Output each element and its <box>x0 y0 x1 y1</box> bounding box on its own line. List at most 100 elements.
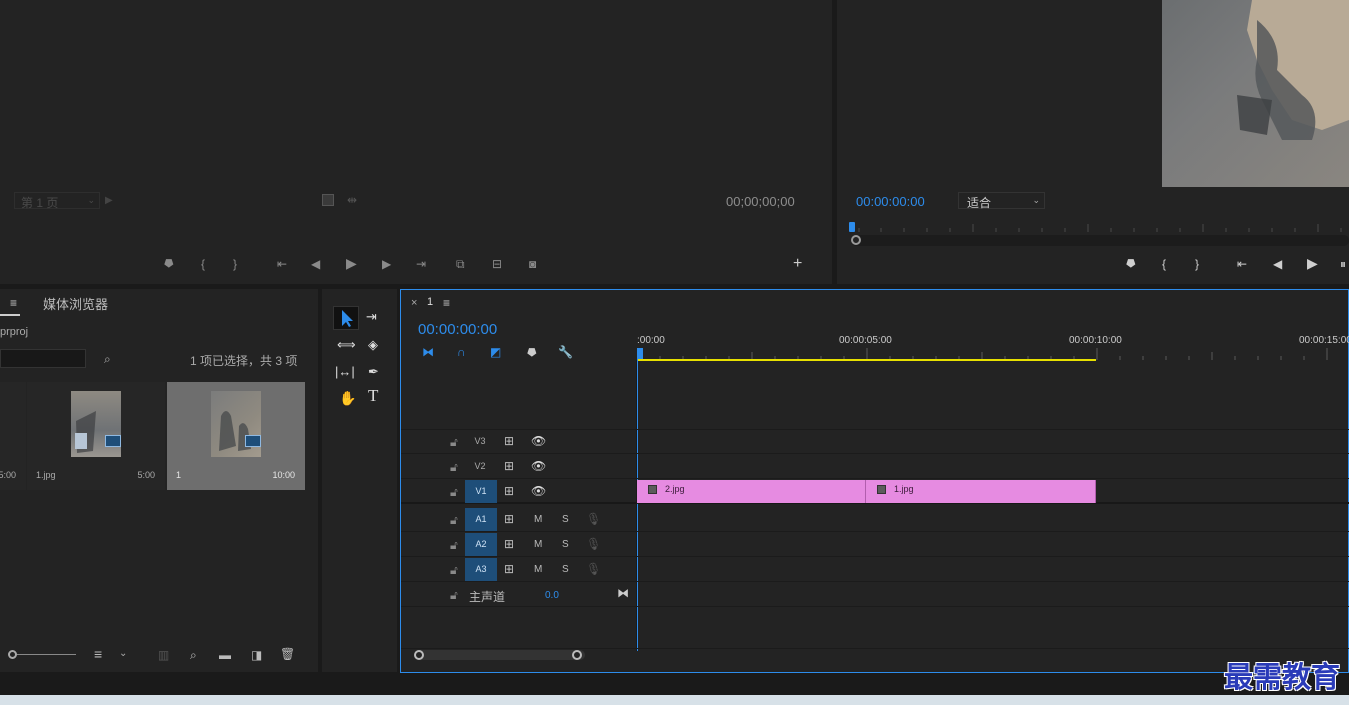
play-icon[interactable]: ▶ <box>346 256 357 270</box>
mute-button[interactable]: M <box>534 564 542 575</box>
master-volume[interactable]: 0.0 <box>545 590 559 601</box>
insert-clip-icon[interactable]: ⧉ <box>456 258 465 270</box>
go-to-in-icon[interactable]: ⇤ <box>1237 258 1247 270</box>
sync-lock-icon[interactable]: ⊞ <box>504 485 514 497</box>
mark-out-icon[interactable]: } <box>233 258 237 270</box>
track-select-tool-icon[interactable]: ⇥ <box>366 310 377 323</box>
lock-icon[interactable]: 🔓︎ <box>450 461 458 473</box>
safe-margin-icon[interactable] <box>322 194 334 206</box>
sync-lock-icon[interactable]: ⊞ <box>504 563 514 575</box>
chevron-down-icon[interactable]: ⌄ <box>119 648 127 660</box>
track-label-v3[interactable]: V3 <box>464 430 496 453</box>
sync-lock-icon[interactable]: ⊞ <box>504 513 514 525</box>
slider-handle[interactable] <box>8 650 17 659</box>
track-label-v1[interactable]: V1 <box>465 480 497 503</box>
mic-icon[interactable]: 🎙︎ <box>586 563 601 575</box>
go-to-in-icon[interactable]: ⇤ <box>277 258 287 270</box>
close-sequence-icon[interactable]: × <box>411 297 417 309</box>
work-area-bar[interactable] <box>637 359 1096 361</box>
marker-icon[interactable]: ⯂ <box>1125 258 1135 270</box>
step-back-icon[interactable]: ◀ <box>1273 258 1282 270</box>
solo-button[interactable]: S <box>562 514 569 525</box>
nest-icon[interactable]: ⧓ <box>422 346 434 358</box>
zoom-handle-left[interactable] <box>414 650 424 660</box>
sync-lock-icon[interactable]: ⊞ <box>504 538 514 550</box>
go-to-end-icon[interactable]: ⧓ <box>617 587 629 599</box>
automate-icon[interactable]: ▥ <box>158 649 169 661</box>
go-to-out-icon[interactable]: ⇥ <box>416 258 426 270</box>
panel-menu-icon[interactable]: ≡ <box>443 297 450 309</box>
page-select[interactable]: 第 1 页 ⌄ <box>14 192 100 210</box>
eye-icon[interactable]: 👁︎ <box>531 485 546 497</box>
linked-selection-icon[interactable]: ◩ <box>490 346 501 358</box>
clip-1jpg[interactable]: 1.jpg <box>866 480 1096 503</box>
mute-button[interactable]: M <box>534 539 542 550</box>
timeline-zoom-scrollbar[interactable] <box>415 650 585 660</box>
new-item-icon[interactable]: ◨ <box>251 649 262 661</box>
wrench-icon[interactable]: 🔧 <box>558 346 573 358</box>
new-bin-icon[interactable]: ▬ <box>219 649 231 661</box>
track-label-a2[interactable]: A2 <box>465 533 497 556</box>
search-input[interactable] <box>0 349 86 368</box>
add-button-icon[interactable]: + <box>793 256 802 272</box>
clip-2jpg[interactable]: 2.jpg <box>637 480 866 503</box>
insert-icon[interactable]: ⇹ <box>347 194 357 206</box>
zoom-handle-right[interactable] <box>572 650 582 660</box>
type-tool-icon[interactable]: T <box>368 387 378 404</box>
solo-button[interactable]: S <box>562 564 569 575</box>
track-label-v2[interactable]: V2 <box>464 455 496 478</box>
solo-button[interactable]: S <box>562 539 569 550</box>
lock-icon[interactable]: 🔓︎ <box>450 514 458 526</box>
mark-in-icon[interactable]: { <box>201 258 205 270</box>
eye-icon[interactable]: 👁︎ <box>531 435 546 447</box>
lock-icon[interactable]: 🔓︎ <box>450 486 458 498</box>
sequence-tab[interactable]: 1 <box>427 296 433 308</box>
project-item[interactable]: 1.jpg 5:00 <box>27 382 165 490</box>
program-zoom-bar[interactable] <box>851 235 1349 246</box>
project-item[interactable]: 5:00 <box>0 382 26 490</box>
camera-icon[interactable]: ◙ <box>529 258 536 270</box>
tab-media-browser[interactable]: 媒体浏览器 <box>43 294 108 313</box>
play-small-icon[interactable]: ▶ <box>105 195 113 207</box>
panel-menu-icon[interactable]: ≡ <box>10 297 17 309</box>
lock-icon[interactable]: 🔓︎ <box>450 436 458 448</box>
overwrite-clip-icon[interactable]: ⊟ <box>492 258 502 270</box>
razor-tool-icon[interactable]: ◈ <box>368 338 378 351</box>
lock-icon[interactable]: 🔓︎ <box>450 564 458 576</box>
selection-tool-icon[interactable] <box>333 306 359 330</box>
zoom-handle[interactable] <box>851 235 861 245</box>
lock-icon[interactable]: 🔓︎ <box>450 539 458 551</box>
lock-icon[interactable]: 🔓︎ <box>450 589 458 601</box>
pen-tool-icon[interactable]: ✒ <box>368 365 379 378</box>
fit-select[interactable]: 适合 ⌄ <box>958 192 1045 210</box>
mic-icon[interactable]: 🎙︎ <box>586 538 601 550</box>
trash-icon[interactable]: 🗑 <box>280 648 295 660</box>
sort-icon[interactable]: ≡ <box>94 647 102 661</box>
hand-tool-icon[interactable]: ✋ <box>339 391 356 405</box>
add-marker-icon[interactable]: ⯂ <box>526 347 536 359</box>
playhead-marker[interactable] <box>849 222 855 232</box>
mic-icon[interactable]: 🎙︎ <box>586 513 601 525</box>
step-back-icon[interactable]: ◀ <box>311 258 320 270</box>
track-label-a1[interactable]: A1 <box>465 508 497 531</box>
mute-button[interactable]: M <box>534 514 542 525</box>
search-filter-icon[interactable]: ⌕ <box>104 353 111 365</box>
ripple-edit-tool-icon[interactable]: ⟺ <box>337 338 356 351</box>
eye-icon[interactable]: 👁︎ <box>531 460 546 472</box>
project-item-selected[interactable]: 1 10:00 <box>167 382 305 490</box>
step-forward-icon[interactable]: ▶ <box>382 258 391 270</box>
play-icon[interactable]: ▶ <box>1307 256 1318 270</box>
program-timecode[interactable]: 00:00:00:00 <box>856 194 925 209</box>
slip-tool-icon[interactable]: |↔| <box>335 365 355 378</box>
sync-lock-icon[interactable]: ⊞ <box>504 460 514 472</box>
sync-lock-icon[interactable]: ⊞ <box>504 435 514 447</box>
mark-out-icon[interactable]: } <box>1195 258 1199 270</box>
thumbnail-size-slider[interactable] <box>8 650 76 660</box>
timeline-timecode[interactable]: 00:00:00:00 <box>418 321 497 338</box>
snap-icon[interactable]: ∩ <box>457 346 466 358</box>
marker-icon[interactable]: ⯂ <box>163 258 173 270</box>
find-icon[interactable]: ⌕ <box>190 649 197 661</box>
step-forward-icon[interactable]: ⏸ <box>1340 258 1346 270</box>
program-time-ruler[interactable] <box>849 220 1349 232</box>
mark-in-icon[interactable]: { <box>1162 258 1166 270</box>
